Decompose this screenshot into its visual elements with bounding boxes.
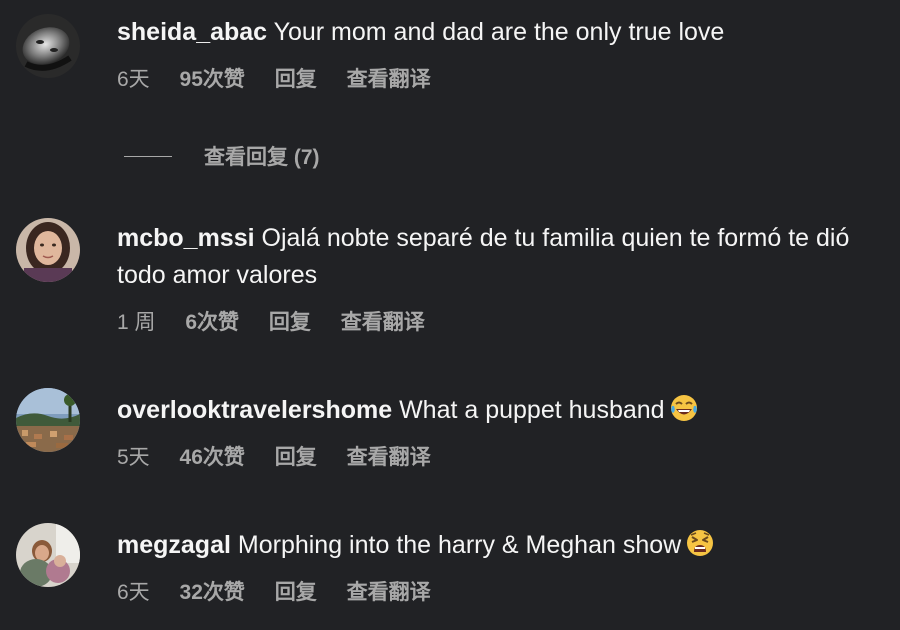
comment-meta: 5天 46次赞 回复 查看翻译 xyxy=(117,441,890,471)
view-replies-label: 查看回复 (7) xyxy=(204,146,320,169)
comment-time[interactable]: 6天 xyxy=(117,581,150,604)
comment-username[interactable]: sheida_abac xyxy=(117,18,267,46)
like-count[interactable]: 46次赞 xyxy=(180,446,245,469)
comment-meta: 6天 95次赞 回复 查看翻译 xyxy=(117,63,890,93)
comment-text: sheida_abac Your mom and dad are the onl… xyxy=(117,14,890,51)
reply-button[interactable]: 回复 xyxy=(275,446,317,469)
comment-time[interactable]: 1 周 xyxy=(117,311,156,334)
comment-body: Your mom and dad are the only true love xyxy=(273,18,725,46)
comment-meta: 6天 32次赞 回复 查看翻译 xyxy=(117,576,890,606)
like-count[interactable]: 6次赞 xyxy=(185,311,239,334)
comment-time[interactable]: 6天 xyxy=(117,68,150,91)
reply-button[interactable]: 回复 xyxy=(275,68,317,91)
comment-text: overlooktravelershome What a puppet husb… xyxy=(117,392,890,429)
see-translation-button[interactable]: 查看翻译 xyxy=(347,446,431,469)
see-translation-button[interactable]: 查看翻译 xyxy=(347,68,431,91)
divider-line xyxy=(124,155,172,157)
see-translation-button[interactable]: 查看翻译 xyxy=(347,581,431,604)
avatar[interactable] xyxy=(16,14,80,78)
like-count[interactable]: 32次赞 xyxy=(180,581,245,604)
comment-text: megzagal Morphing into the harry & Megha… xyxy=(117,527,890,564)
comment-time[interactable]: 5天 xyxy=(117,446,150,469)
avatar[interactable] xyxy=(16,388,80,452)
comment-username[interactable]: mcbo_mssi xyxy=(117,224,255,252)
see-translation-button[interactable]: 查看翻译 xyxy=(341,311,425,334)
comment-username[interactable]: megzagal xyxy=(117,531,231,559)
view-replies-button[interactable]: 查看回复 (7) xyxy=(124,140,320,172)
comments-list: sheida_abac Your mom and dad are the onl… xyxy=(0,0,900,630)
avatar[interactable] xyxy=(16,218,80,282)
comment-body: Morphing into the harry & Meghan show xyxy=(237,531,682,559)
comment-username[interactable]: overlooktravelershome xyxy=(117,396,392,424)
tears-of-joy-emoji xyxy=(669,393,699,423)
like-count[interactable]: 95次赞 xyxy=(180,68,245,91)
tired-face-emoji xyxy=(685,528,715,558)
avatar[interactable] xyxy=(16,523,80,587)
reply-button[interactable]: 回复 xyxy=(269,311,311,334)
reply-button[interactable]: 回复 xyxy=(275,581,317,604)
comment-meta: 1 周 6次赞 回复 查看翻译 xyxy=(117,306,890,336)
comment-body: What a puppet husband xyxy=(399,396,665,424)
comment-text: mcbo_mssi Ojalá nobte separé de tu famil… xyxy=(117,220,890,294)
